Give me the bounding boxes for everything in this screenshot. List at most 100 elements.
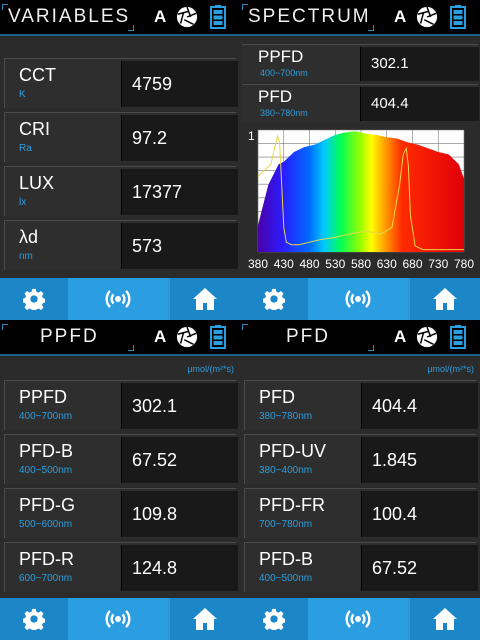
value-box: 302.1 — [360, 47, 479, 81]
row-value: 573 — [132, 236, 163, 256]
x-tick-label: 730 — [428, 257, 448, 271]
wireless-button[interactable] — [68, 598, 168, 640]
row-range: 700~780nm — [259, 519, 313, 530]
battery-icon — [210, 5, 226, 29]
value-box: 100.4 — [361, 491, 478, 537]
row-label: LUX — [19, 173, 55, 193]
pfd-row-pfd-b: PFD-B 400~500nm 67.52 — [244, 542, 478, 592]
spectrum-row-pfd: PFD 380~780nm 404.4 — [242, 84, 479, 122]
signal-icon — [105, 610, 131, 628]
x-tick-label: 530 — [325, 257, 345, 271]
row-value: 67.52 — [132, 450, 178, 470]
status-icons: A — [148, 2, 240, 32]
row-value: 302.1 — [371, 55, 409, 72]
row-range: 400~700nm — [19, 411, 73, 422]
home-button[interactable] — [410, 598, 480, 640]
row-label: CRI — [19, 119, 50, 139]
x-tick-label: 430 — [274, 257, 294, 271]
footer-nav — [0, 598, 240, 640]
aperture-icon[interactable] — [176, 326, 198, 348]
gear-icon — [23, 288, 45, 310]
footer-nav — [240, 278, 480, 320]
settings-button[interactable] — [240, 278, 308, 320]
value-box: 573 — [121, 223, 238, 269]
row-unit: 400~700nm — [260, 68, 308, 78]
header-corner — [128, 345, 134, 351]
row-label: PFD-G — [19, 495, 75, 515]
home-button[interactable] — [170, 278, 240, 320]
value-box: 67.52 — [361, 545, 478, 591]
row-unit: 380~780nm — [260, 108, 308, 118]
row-unit: K — [19, 89, 26, 100]
aperture-icon[interactable] — [416, 6, 438, 28]
row-label: PPFD — [258, 47, 304, 66]
header-corner — [2, 324, 8, 330]
auto-mode-icon[interactable]: A — [154, 327, 166, 347]
status-icons: A — [388, 322, 480, 352]
value-box: 17377 — [121, 169, 238, 215]
auto-mode-icon[interactable]: A — [154, 7, 166, 27]
row-label: PFD-R — [19, 549, 74, 569]
signal-icon — [105, 290, 131, 308]
settings-button[interactable] — [240, 598, 308, 640]
gear-icon — [263, 608, 285, 630]
wireless-button[interactable] — [68, 278, 168, 320]
auto-mode-icon[interactable]: A — [394, 327, 406, 347]
gear-icon — [263, 288, 285, 310]
row-range: 380~780nm — [259, 411, 313, 422]
row-value: 17377 — [132, 182, 183, 202]
row-label: CCT — [19, 65, 56, 85]
wireless-button[interactable] — [308, 278, 408, 320]
row-label: PFD — [259, 387, 295, 407]
variable-row-lux: LUX lx 17377 — [4, 166, 238, 216]
row-value: 97.2 — [132, 128, 168, 148]
settings-button[interactable] — [0, 598, 68, 640]
aperture-icon[interactable] — [416, 326, 438, 348]
value-box: 67.52 — [121, 437, 238, 483]
row-label: PFD — [258, 87, 292, 106]
settings-button[interactable] — [0, 278, 68, 320]
aperture-icon[interactable] — [176, 6, 198, 28]
x-tick-label: 380 — [248, 257, 268, 271]
y-tick-label: 1 — [248, 129, 255, 143]
row-label: PFD-FR — [259, 495, 325, 515]
row-label: PFD-B — [19, 441, 73, 461]
variable-row-dominant-wavelength: λd nm 573 — [4, 220, 238, 270]
x-axis-ticks: 380 430 480 530 580 630 680 730 780 — [248, 257, 474, 271]
battery-icon — [210, 325, 226, 349]
row-range: 380~400nm — [259, 465, 313, 476]
home-button[interactable] — [410, 278, 480, 320]
auto-mode-icon[interactable]: A — [394, 7, 406, 27]
ppfd-panel: PPFD A μmol/(m²*s) PPFD 400~700nm 302.1 … — [0, 320, 240, 640]
home-icon — [193, 608, 217, 630]
footer-nav — [240, 598, 480, 640]
value-box: 97.2 — [121, 115, 238, 161]
pfd-row-pfd-fr: PFD-FR 700~780nm 100.4 — [244, 488, 478, 538]
row-label: PFD-B — [259, 549, 313, 569]
value-box: 1.845 — [361, 437, 478, 483]
variable-row-cri: CRI Ra 97.2 — [4, 112, 238, 162]
row-value: 4759 — [132, 74, 173, 94]
wireless-button[interactable] — [308, 598, 408, 640]
x-tick-label: 780 — [454, 257, 474, 271]
x-tick-label: 630 — [377, 257, 397, 271]
row-value: 67.52 — [372, 558, 418, 578]
row-value: 100.4 — [372, 504, 418, 524]
battery-icon — [450, 325, 466, 349]
panel-header: VARIABLES A — [0, 0, 240, 36]
ppfd-row-pfd-b: PFD-B 400~500nm 67.52 — [4, 434, 238, 484]
ppfd-row-ppfd: PPFD 400~700nm 302.1 — [4, 380, 238, 430]
pfd-panel: PFD A μmol/(m²*s) PFD 380~780nm 404.4 PF… — [240, 320, 480, 640]
header-corner — [368, 345, 374, 351]
value-box: 302.1 — [121, 383, 238, 429]
header-corner — [368, 25, 374, 31]
home-button[interactable] — [170, 598, 240, 640]
row-value: 302.1 — [132, 396, 178, 416]
status-icons: A — [388, 2, 480, 32]
spectrum-chart: 380 430 480 530 580 630 680 730 780 1 — [248, 129, 474, 271]
row-value: 124.8 — [132, 558, 178, 578]
row-value: 1.845 — [372, 450, 418, 470]
panel-title: SPECTRUM — [248, 6, 371, 27]
home-icon — [433, 608, 457, 630]
value-box: 404.4 — [361, 383, 478, 429]
